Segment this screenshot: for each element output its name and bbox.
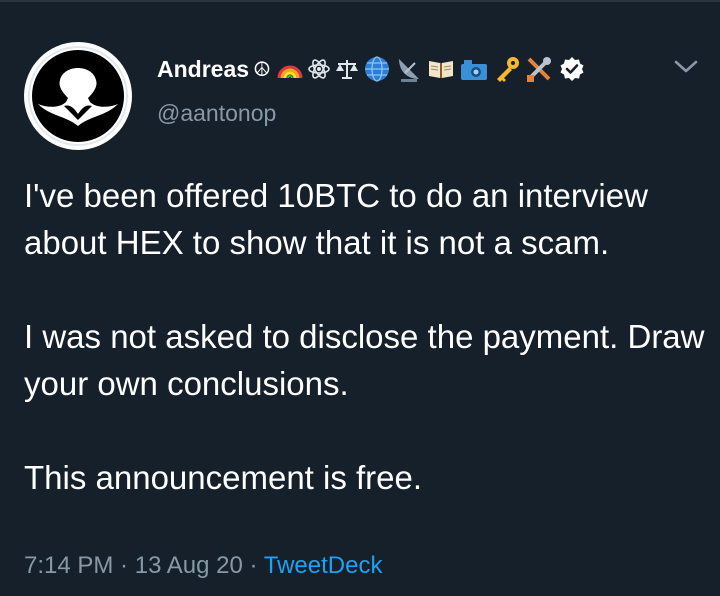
author-display-name[interactable]: Andreas xyxy=(157,56,249,83)
atom-icon xyxy=(308,59,330,79)
author-name-row[interactable]: Andreas ☮ xyxy=(157,52,585,86)
scales-icon xyxy=(335,60,358,79)
open-book-icon xyxy=(428,61,453,78)
camera-icon xyxy=(460,60,487,80)
verified-badge-icon xyxy=(560,57,584,81)
tweet-paragraph: I was not asked to disclose the payment.… xyxy=(24,318,705,402)
avatar-logo-icon xyxy=(28,46,128,146)
author-handle[interactable]: @aantonop xyxy=(157,100,276,127)
globe-icon xyxy=(364,56,389,82)
tweet-metadata: 7:14 PM · 13 Aug 20 · TweetDeck xyxy=(24,552,382,580)
meta-separator: · xyxy=(113,552,135,579)
rainbow-icon xyxy=(277,65,303,79)
tweet-text: I've been offered 10BTC to do an intervi… xyxy=(24,172,714,501)
tweet-time[interactable]: 7:14 PM xyxy=(24,552,113,579)
tweet-source-link[interactable]: TweetDeck xyxy=(264,552,383,579)
tweet-paragraph: I've been offered 10BTC to do an intervi… xyxy=(24,177,648,261)
satellite-dish-icon xyxy=(398,59,419,82)
top-divider xyxy=(0,0,720,2)
tools-icon xyxy=(526,57,551,82)
key-icon xyxy=(496,57,519,82)
peace-symbol-icon: ☮ xyxy=(253,58,271,81)
tweet-paragraph: This announcement is free. xyxy=(24,459,423,496)
chevron-down-icon[interactable] xyxy=(672,56,700,78)
avatar[interactable] xyxy=(24,42,132,150)
tweet-date[interactable]: 13 Aug 20 xyxy=(135,552,243,579)
meta-separator: · xyxy=(242,552,264,579)
